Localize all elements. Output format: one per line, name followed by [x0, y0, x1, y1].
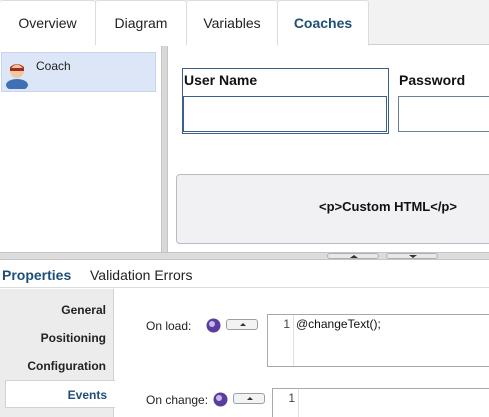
collapse-up-button[interactable] [327, 253, 379, 259]
tab-properties[interactable]: Properties [2, 267, 71, 283]
tab-variables[interactable]: Variables [186, 0, 278, 45]
coach-list: Coach [0, 46, 161, 250]
coach-label: Coach [36, 59, 71, 73]
chevron-up-icon [247, 397, 253, 400]
username-input[interactable] [183, 96, 387, 132]
password-label: Password [399, 72, 466, 88]
line-number: 1 [268, 315, 294, 366]
nav-positioning[interactable]: Positioning [0, 324, 114, 352]
nav-general[interactable]: General [0, 296, 114, 324]
custom-html-block[interactable]: <p>Custom HTML</p> [176, 174, 489, 244]
script-icon[interactable] [206, 318, 221, 333]
tab-coaches[interactable]: Coaches [277, 0, 369, 46]
chevron-down-icon [409, 255, 417, 258]
coach-design-canvas: User Name Password <p>Custom HTML</p> [168, 46, 489, 252]
nav-events[interactable]: Events [5, 380, 115, 408]
vertical-splitter[interactable] [161, 46, 168, 252]
horizontal-splitter[interactable] [0, 252, 489, 260]
events-panel: On load: 1 @changeText(); On change: 1 [115, 289, 489, 417]
tab-diagram[interactable]: Diagram [95, 0, 187, 45]
line-number: 1 [273, 389, 299, 417]
on-load-code-editor[interactable]: 1 @changeText(); [267, 314, 489, 367]
on-change-code-editor[interactable]: 1 [272, 388, 489, 417]
on-change-label: On change: [146, 393, 209, 407]
tab-validation-errors[interactable]: Validation Errors [90, 267, 192, 283]
on-load-expand-button[interactable] [226, 319, 258, 330]
chevron-up-icon [350, 255, 358, 258]
coach-list-item[interactable]: Coach [1, 52, 156, 92]
password-input[interactable] [398, 96, 489, 132]
username-label: User Name [184, 72, 258, 88]
person-icon [6, 64, 28, 89]
on-change-expand-button[interactable] [233, 393, 265, 404]
tab-overview[interactable]: Overview [0, 0, 96, 45]
custom-html-text: <p>Custom HTML</p> [319, 199, 457, 214]
editor-tab-bar: Overview Diagram Variables Coaches [0, 0, 489, 46]
nav-configuration[interactable]: Configuration [0, 352, 114, 380]
on-load-label: On load: [146, 319, 192, 333]
properties-tab-bar: Properties Validation Errors [0, 260, 489, 288]
chevron-up-icon [240, 323, 246, 326]
script-icon[interactable] [213, 392, 228, 407]
collapse-down-button[interactable] [386, 253, 438, 259]
on-load-code: @changeText(); [296, 317, 381, 331]
properties-side-nav: General Positioning Configuration Events [0, 289, 115, 417]
